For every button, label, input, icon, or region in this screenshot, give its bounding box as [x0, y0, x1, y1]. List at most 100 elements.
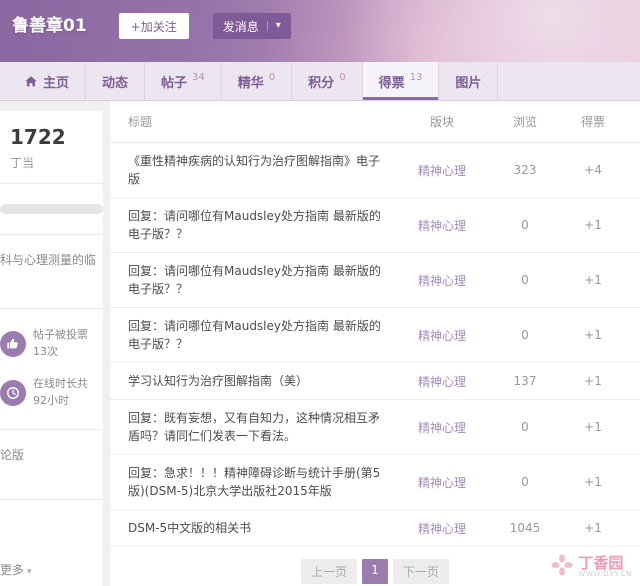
post-title-link[interactable]: 回复：请问哪位有Maudsley处方指南 最新版的电子版？？: [128, 262, 398, 298]
chevron-down-icon: ▾: [27, 567, 32, 577]
header-views: 浏览: [512, 115, 537, 129]
post-title-link[interactable]: 《重性精神疾病的认知行为治疗图解指南》电子版: [128, 152, 398, 188]
header-title: 标题: [128, 114, 153, 129]
tab-digest[interactable]: 精华 0: [222, 62, 293, 100]
header-board: 版块: [429, 115, 454, 129]
online-time-line1: 在线时长共: [33, 377, 88, 390]
tab-count-badge: 0: [339, 71, 346, 83]
post-title-link[interactable]: 回复：急求！！！精神障碍诊断与统计手册(第5版)(DSM-5)北京大学出版社20…: [128, 464, 398, 500]
table-row[interactable]: 《重性精神疾病的认知行为治疗图解指南》电子版 精神心理 323 +4: [110, 143, 640, 198]
sidebar-clipped-text: 论版: [0, 430, 103, 500]
follow-button[interactable]: +加关注: [118, 13, 189, 39]
board-link[interactable]: 精神心理: [398, 162, 486, 179]
table-row[interactable]: DSM-5中文版的相关书 精神心理 1045 +1: [110, 510, 640, 547]
current-page[interactable]: 1: [362, 559, 388, 584]
next-page-button[interactable]: 下一页: [392, 559, 449, 584]
votes-stat-text: 帖子被投票 13次: [33, 327, 88, 360]
tab-count-badge: 13: [409, 71, 423, 83]
votes-count: +1: [584, 475, 602, 489]
table-row[interactable]: 回复：请问哪位有Maudsley处方指南 最新版的电子版？？ 精神心理 0 +1: [110, 253, 640, 308]
board-link[interactable]: 精神心理: [398, 373, 486, 390]
table-row[interactable]: 回复：既有妄想，又有自知力，这种情况相互矛盾吗？请同仁们发表一下看法。 精神心理…: [110, 400, 640, 455]
site-watermark: 丁香园 WWW.DXY.CN: [551, 554, 632, 580]
table-header-row: 标题 版块 浏览 得票: [110, 101, 640, 143]
more-link[interactable]: 更多 ▾: [0, 561, 32, 578]
online-time-text: 在线时长共 92小时: [33, 376, 88, 409]
board-link[interactable]: 精神心理: [398, 419, 486, 436]
prev-page-button[interactable]: 上一页: [301, 559, 358, 584]
table-body: 《重性精神疾病的认知行为治疗图解指南》电子版 精神心理 323 +4 回复：请问…: [110, 143, 640, 547]
online-time-line2: 92小时: [33, 393, 69, 407]
table-row[interactable]: 学习认知行为治疗图解指南（美） 精神心理 137 +1: [110, 363, 640, 400]
profile-tabbar: 主页 动态 帖子 34 精华 0 积分 0 得票 13 图片: [0, 62, 640, 101]
table-row[interactable]: 回复：请问哪位有Maudsley处方指南 最新版的电子版？？ 精神心理 0 +1: [110, 308, 640, 363]
chevron-down-icon[interactable]: ▾: [266, 21, 281, 31]
profile-banner: 鲁善章01 +加关注 发消息 ▾: [0, 0, 640, 62]
views-count: 1045: [509, 521, 541, 535]
level-progress-bar: [0, 204, 103, 214]
tab-posts[interactable]: 帖子 34: [145, 62, 222, 100]
board-link[interactable]: 精神心理: [398, 327, 486, 344]
dingdang-score-label: 丁当: [10, 156, 35, 170]
votes-count: +1: [584, 273, 602, 287]
views-count: 323: [513, 163, 537, 177]
home-icon: [24, 75, 38, 88]
tab-images[interactable]: 图片: [439, 62, 499, 100]
views-count: 0: [521, 475, 529, 489]
votes-count: +4: [584, 163, 602, 177]
board-link[interactable]: 精神心理: [398, 474, 486, 491]
board-link[interactable]: 精神心理: [398, 520, 486, 537]
post-title-link[interactable]: 回复：既有妄想，又有自知力，这种情况相互矛盾吗？请同仁们发表一下看法。: [128, 409, 398, 445]
votes-count: +1: [584, 218, 602, 232]
tab-home[interactable]: 主页: [8, 62, 87, 100]
tab-count-badge: 34: [192, 71, 205, 83]
board-link[interactable]: 精神心理: [398, 217, 486, 234]
table-row[interactable]: 回复：急求！！！精神障碍诊断与统计手册(第5版)(DSM-5)北京大学出版社20…: [110, 455, 640, 510]
votes-count: +1: [584, 521, 602, 535]
board-link[interactable]: 精神心理: [398, 272, 486, 289]
message-button-label: 发消息: [222, 19, 259, 34]
post-title-link[interactable]: 回复：请问哪位有Maudsley处方指南 最新版的电子版？？: [128, 317, 398, 353]
message-button[interactable]: 发消息 ▾: [212, 13, 291, 39]
content-area: 1722 丁当 科与心理测量的临 帖子被投票 13次 在线时长共 92小时 论版…: [0, 101, 640, 586]
site-name: 丁香园: [578, 553, 624, 572]
flower-logo-icon: [551, 554, 573, 580]
views-count: 0: [521, 420, 529, 434]
score-section: 1722 丁当: [0, 111, 103, 184]
post-title-link[interactable]: 学习认知行为治疗图解指南（美）: [128, 372, 398, 390]
tab-points[interactable]: 积分 0: [292, 62, 363, 100]
tab-label: 动态: [102, 75, 129, 91]
votes-stat: 帖子被投票 13次: [0, 327, 103, 360]
votes-count: +1: [584, 328, 602, 342]
post-title-link[interactable]: 回复：请问哪位有Maudsley处方指南 最新版的电子版？？: [128, 207, 398, 243]
thumbs-up-icon: [0, 330, 26, 357]
tab-label: 精华: [237, 75, 264, 91]
votes-count: +1: [584, 420, 602, 434]
tab-count-badge: 0: [268, 71, 276, 83]
views-count: 137: [513, 374, 537, 388]
views-count: 0: [521, 328, 529, 342]
votes-stat-line2: 13次: [33, 344, 58, 358]
online-time-stat: 在线时长共 92小时: [0, 376, 103, 409]
tab-label: 图片: [455, 75, 482, 91]
tab-label: 得票: [378, 75, 405, 91]
tab-feed[interactable]: 动态: [86, 62, 146, 100]
clock-icon: [0, 379, 26, 406]
level-progress-section: [0, 184, 103, 235]
views-count: 0: [521, 218, 529, 232]
site-url: WWW.DXY.CN: [578, 570, 632, 579]
tab-votes[interactable]: 得票 13: [362, 62, 440, 100]
post-title-link[interactable]: DSM-5中文版的相关书: [128, 519, 398, 537]
table-row[interactable]: 回复：请问哪位有Maudsley处方指南 最新版的电子版？？ 精神心理 0 +1: [110, 198, 640, 253]
votes-count: +1: [584, 374, 602, 388]
votes-stat-line1: 帖子被投票: [33, 328, 88, 341]
votes-table-panel: 标题 版块 浏览 得票 《重性精神疾病的认知行为治疗图解指南》电子版 精神心理 …: [110, 101, 640, 586]
dingdang-score: 1722: [10, 125, 66, 149]
profile-sidebar: 1722 丁当 科与心理测量的临 帖子被投票 13次 在线时长共 92小时 论版…: [0, 111, 103, 586]
stats-section: 帖子被投票 13次 在线时长共 92小时: [0, 309, 103, 430]
views-count: 0: [521, 273, 529, 287]
header-votes: 得票: [580, 115, 605, 129]
tab-label: 帖子: [161, 75, 188, 91]
tab-label: 积分: [308, 75, 335, 91]
sidebar-clipped-text: 科与心理测量的临: [0, 235, 103, 309]
